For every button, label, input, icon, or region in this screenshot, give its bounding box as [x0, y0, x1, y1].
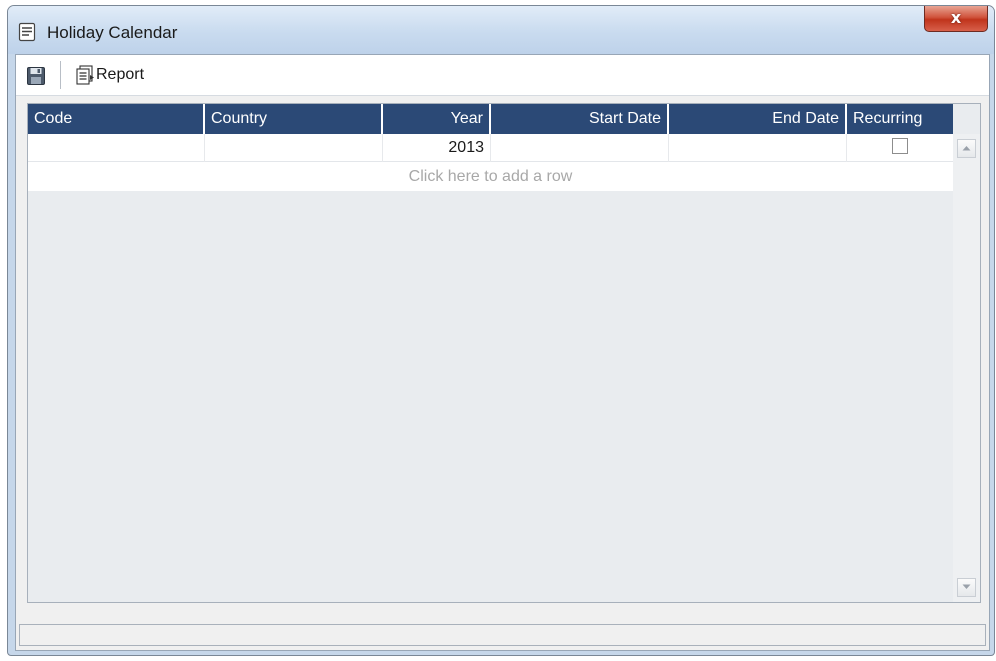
cell-recurring — [847, 134, 953, 162]
title-bar[interactable]: Holiday Calendar x — [8, 6, 994, 54]
cell-year[interactable]: 2013 — [383, 134, 491, 162]
status-bar — [19, 624, 986, 646]
window-client-area: Report Code Country Year Start Date End … — [15, 54, 990, 651]
recurring-checkbox[interactable] — [892, 138, 908, 155]
report-button[interactable]: Report — [74, 63, 144, 87]
window-title: Holiday Calendar — [47, 23, 178, 42]
toolbar-separator — [60, 61, 61, 89]
floppy-disk-icon[interactable] — [26, 66, 46, 86]
column-header-start-date[interactable]: Start Date — [491, 104, 669, 134]
scroll-up-arrow-icon — [962, 146, 971, 151]
column-header-end-date[interactable]: End Date — [669, 104, 847, 134]
column-header-country[interactable]: Country — [205, 104, 383, 134]
scroll-up-button[interactable] — [957, 139, 976, 158]
holiday-calendar-window: Holiday Calendar x Report Code Country Y… — [7, 5, 995, 656]
scroll-down-button[interactable] — [957, 578, 976, 597]
scroll-down-arrow-icon — [962, 584, 971, 589]
close-button[interactable]: x — [924, 6, 988, 32]
add-row-button[interactable]: Click here to add a row — [28, 162, 953, 191]
column-header-year[interactable]: Year — [383, 104, 491, 134]
cell-start-date[interactable] — [491, 134, 669, 162]
grid-header: Code Country Year Start Date End Date Re… — [28, 104, 953, 134]
close-icon: x — [950, 8, 962, 27]
cell-code[interactable] — [28, 134, 205, 162]
cell-end-date[interactable] — [669, 134, 847, 162]
vertical-scrollbar[interactable] — [953, 134, 980, 602]
cell-country[interactable] — [205, 134, 383, 162]
column-header-code[interactable]: Code — [28, 104, 205, 134]
table-row: 2013 — [28, 134, 953, 162]
calendar-document-icon — [18, 22, 36, 42]
report-label: Report — [96, 66, 145, 83]
holiday-grid: Code Country Year Start Date End Date Re… — [27, 103, 981, 603]
report-document-icon — [76, 65, 94, 85]
header-scroll-corner — [953, 104, 980, 134]
toolbar: Report — [16, 55, 989, 96]
column-header-recurring[interactable]: Recurring — [847, 104, 953, 134]
